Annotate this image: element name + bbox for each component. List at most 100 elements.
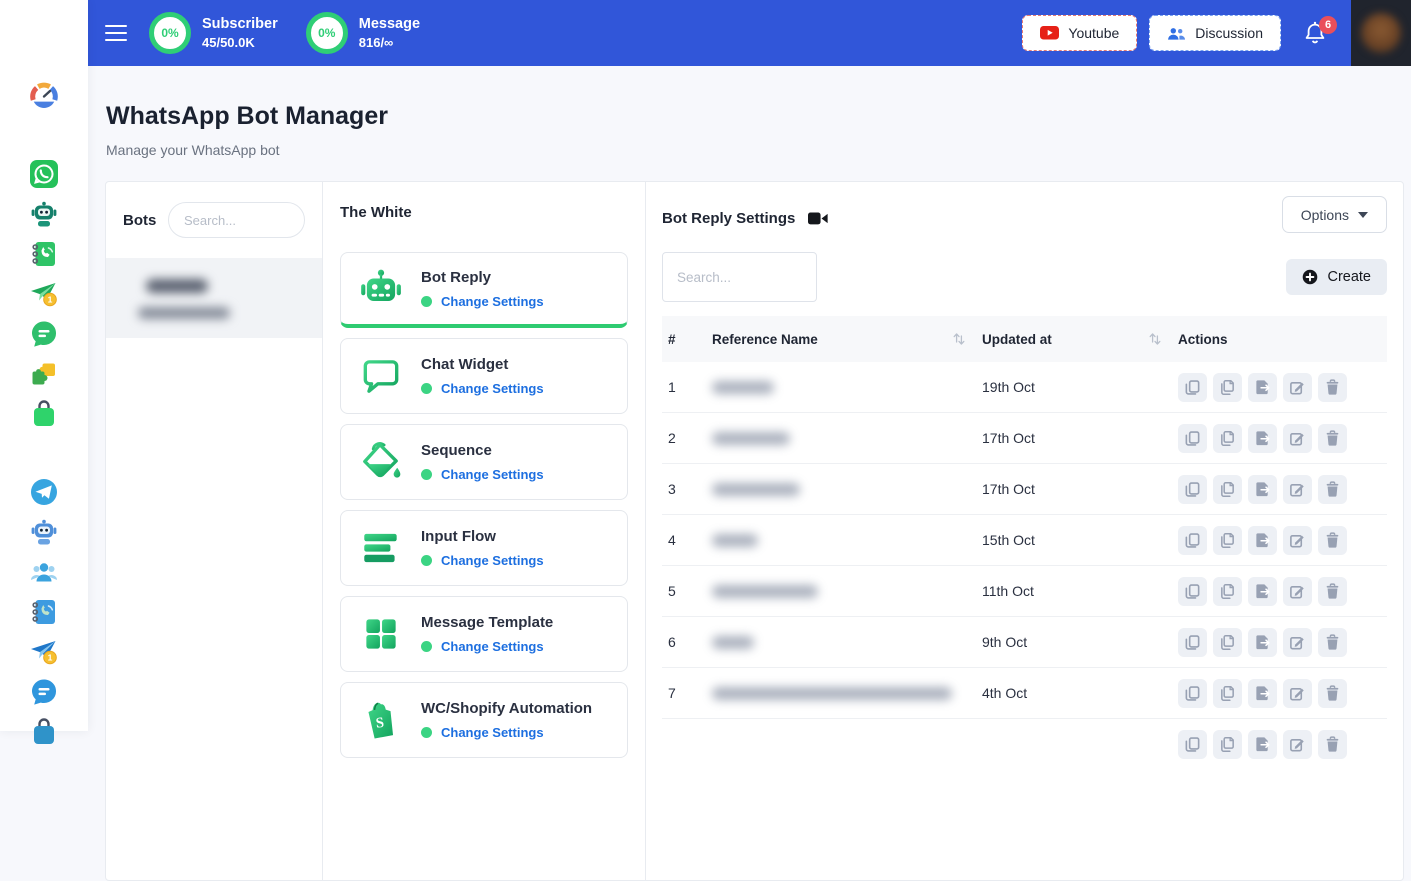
reply-search-input[interactable] (662, 252, 817, 302)
wc-shopify-change-settings-link[interactable]: Change Settings (441, 725, 544, 740)
row-duplicate-button[interactable] (1213, 577, 1242, 606)
row-export-button[interactable] (1248, 424, 1277, 453)
row-edit-button[interactable] (1283, 679, 1312, 708)
duplicate-icon (1219, 481, 1236, 498)
row-copy-button[interactable] (1178, 526, 1207, 555)
telegram-group-icon[interactable] (29, 557, 59, 587)
integrations-puzzle-icon[interactable] (29, 359, 59, 389)
row-copy-button[interactable] (1178, 475, 1207, 504)
row-export-button[interactable] (1248, 373, 1277, 402)
row-edit-button[interactable] (1283, 475, 1312, 504)
page-subtitle: Manage your WhatsApp bot (106, 142, 1411, 158)
telegram-chat-icon[interactable] (29, 677, 59, 707)
telegram-broadcast-icon[interactable]: 1 (29, 637, 59, 667)
row-duplicate-button[interactable] (1213, 679, 1242, 708)
row-delete-button[interactable] (1318, 475, 1347, 504)
row-edit-button[interactable] (1283, 373, 1312, 402)
row-export-button[interactable] (1248, 679, 1277, 708)
row-duplicate-button[interactable] (1213, 373, 1242, 402)
bot-list-item-selected[interactable] (106, 258, 322, 338)
subscriber-value: 45/50.0K (202, 35, 278, 50)
bot-reply-change-settings-link[interactable]: Change Settings (441, 294, 544, 309)
whatsapp-contacts-icon[interactable] (29, 239, 59, 269)
reference-name-blurred (712, 687, 952, 700)
subscriber-stat: 0% Subscriber 45/50.0K (149, 12, 278, 54)
edit-icon (1289, 430, 1306, 447)
row-copy-button[interactable] (1178, 628, 1207, 657)
bot-phone-blurred (138, 307, 230, 319)
row-edit-button[interactable] (1283, 424, 1312, 453)
chat-widget-change-settings-link[interactable]: Change Settings (441, 381, 544, 396)
message-stat: 0% Message 816/∞ (306, 12, 420, 54)
bots-search-input[interactable] (168, 202, 305, 238)
options-dropdown-button[interactable]: Options (1282, 196, 1387, 233)
row-edit-button[interactable] (1283, 628, 1312, 657)
row-duplicate-button[interactable] (1213, 424, 1242, 453)
notifications-button[interactable]: 6 (1303, 20, 1327, 46)
table-row: 4 15th Oct (662, 515, 1387, 566)
message-template-card[interactable]: Message Template Change Settings (340, 596, 628, 672)
dashboard-gauge-icon[interactable] (29, 81, 59, 111)
message-value: 816/∞ (359, 35, 420, 50)
discussion-people-icon (1167, 26, 1186, 41)
wc-shopify-card[interactable]: WC/Shopify Automation Change Settings (340, 682, 628, 758)
row-duplicate-button[interactable] (1213, 730, 1242, 759)
bot-name-heading: The White (340, 182, 628, 221)
chat-widget-card[interactable]: Chat Widget Change Settings (340, 338, 628, 414)
row-copy-button[interactable] (1178, 424, 1207, 453)
row-delete-button[interactable] (1318, 730, 1347, 759)
row-duplicate-button[interactable] (1213, 526, 1242, 555)
row-export-button[interactable] (1248, 526, 1277, 555)
sort-reference-icon[interactable] (952, 332, 976, 346)
row-export-button[interactable] (1248, 475, 1277, 504)
sequence-change-settings-link[interactable]: Change Settings (441, 467, 544, 482)
row-edit-button[interactable] (1283, 577, 1312, 606)
row-duplicate-button[interactable] (1213, 628, 1242, 657)
row-edit-button[interactable] (1283, 730, 1312, 759)
telegram-contacts-icon[interactable] (29, 597, 59, 627)
row-delete-button[interactable] (1318, 424, 1347, 453)
page-title: WhatsApp Bot Manager (106, 102, 1411, 131)
row-duplicate-button[interactable] (1213, 475, 1242, 504)
row-delete-button[interactable] (1318, 679, 1347, 708)
message-template-change-settings-link[interactable]: Change Settings (441, 639, 544, 654)
sort-updated-icon[interactable] (1148, 332, 1172, 346)
duplicate-icon (1219, 634, 1236, 651)
input-flow-card[interactable]: Input Flow Change Settings (340, 510, 628, 586)
row-export-button[interactable] (1248, 628, 1277, 657)
whatsapp-icon[interactable] (29, 159, 59, 189)
whatsapp-store-icon[interactable] (29, 399, 59, 429)
row-delete-button[interactable] (1318, 526, 1347, 555)
row-copy-button[interactable] (1178, 730, 1207, 759)
row-delete-button[interactable] (1318, 373, 1347, 402)
row-copy-button[interactable] (1178, 577, 1207, 606)
input-flow-change-settings-link[interactable]: Change Settings (441, 553, 544, 568)
svg-text:1: 1 (48, 653, 53, 663)
youtube-button[interactable]: Youtube (1022, 15, 1137, 51)
create-button[interactable]: Create (1286, 259, 1387, 295)
duplicate-icon (1219, 532, 1236, 549)
whatsapp-broadcast-icon[interactable]: 1 (29, 279, 59, 309)
row-export-button[interactable] (1248, 577, 1277, 606)
export-icon (1254, 634, 1271, 651)
row-edit-button[interactable] (1283, 526, 1312, 555)
telegram-bot-icon[interactable] (29, 517, 59, 547)
row-export-button[interactable] (1248, 730, 1277, 759)
menu-toggle-icon[interactable] (105, 21, 127, 46)
discussion-button[interactable]: Discussion (1149, 15, 1281, 51)
whatsapp-chat-icon[interactable] (29, 319, 59, 349)
telegram-icon[interactable] (29, 477, 59, 507)
row-copy-button[interactable] (1178, 679, 1207, 708)
row-copy-button[interactable] (1178, 373, 1207, 402)
whatsapp-bot-icon[interactable] (29, 199, 59, 229)
video-camera-icon[interactable] (808, 211, 828, 226)
user-avatar[interactable] (1351, 0, 1411, 66)
bots-heading: Bots (123, 212, 156, 229)
bot-reply-card[interactable]: Bot Reply Change Settings (340, 252, 628, 328)
input-flow-icon (358, 525, 404, 571)
col-header-actions: Actions (1172, 332, 1387, 347)
sequence-card[interactable]: Sequence Change Settings (340, 424, 628, 500)
chevron-down-icon (1358, 212, 1368, 218)
row-delete-button[interactable] (1318, 577, 1347, 606)
row-delete-button[interactable] (1318, 628, 1347, 657)
